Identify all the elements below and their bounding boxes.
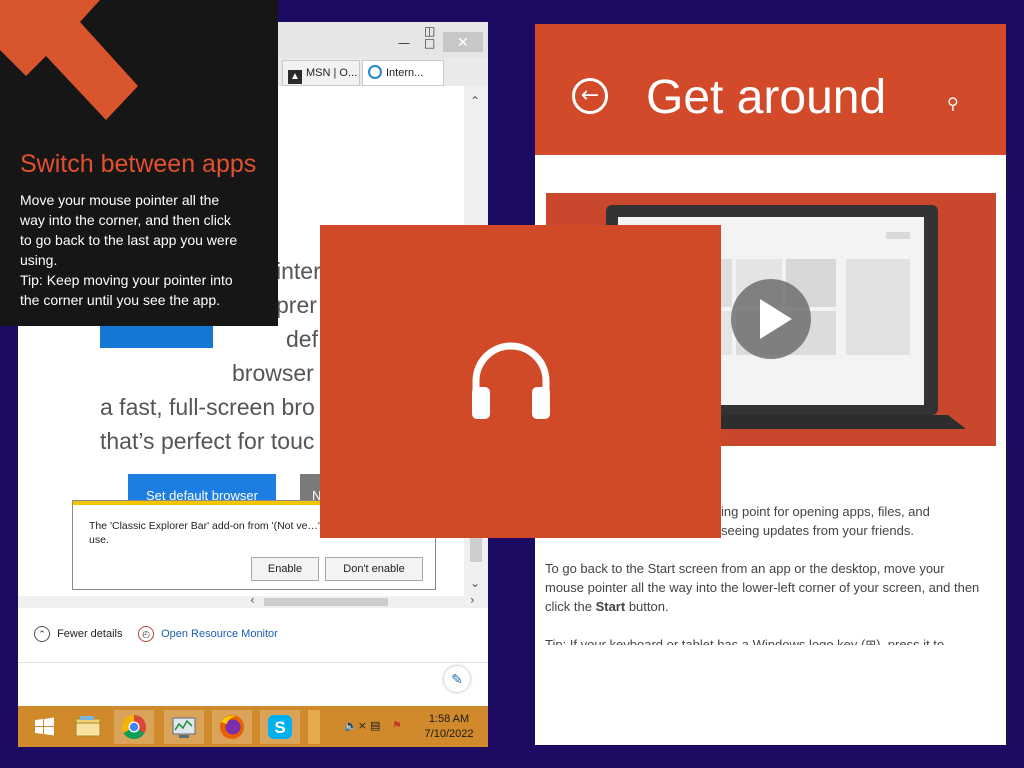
firefox-icon[interactable] — [212, 710, 252, 744]
task-manager-icon[interactable] — [164, 710, 204, 744]
help-paragraph: To go back to the Start screen from an a… — [545, 561, 980, 614]
scroll-up-icon[interactable]: ⌃ — [470, 94, 480, 108]
help-header: ← Get around ⚲ — [535, 24, 1006, 155]
hero-text-line: a fast, full-screen bro — [100, 394, 315, 420]
headphones-icon — [472, 342, 550, 419]
help-title: Get around — [646, 71, 887, 124]
tooltip-line: Tip: Keep moving your pointer into — [20, 272, 233, 288]
tooltip-body: Move your mouse pointer all the way into… — [20, 190, 270, 310]
scroll-down-icon[interactable]: ⌄ — [470, 576, 480, 590]
scroll-left-icon[interactable]: ‹ — [250, 593, 255, 607]
arrow-up-left-icon — [0, 0, 138, 120]
horizontal-scrollbar[interactable]: ‹ › — [18, 593, 488, 608]
maximize-icon[interactable]: □ — [424, 36, 435, 50]
msn-icon: ▲ — [288, 70, 302, 84]
open-resource-monitor-link[interactable]: ◴ Open Resource Monitor — [138, 626, 278, 642]
fewer-details-label: Fewer details — [57, 628, 123, 640]
tooltip-line: way into the corner, and then click — [20, 212, 231, 228]
network-icon[interactable]: ▤ — [370, 719, 380, 732]
back-arrow-icon[interactable]: ← — [572, 78, 608, 114]
resource-monitor-label: Open Resource Monitor — [161, 628, 278, 640]
action-center-flag-icon[interactable]: ⚑ — [392, 719, 402, 732]
pencil-edit-icon[interactable]: ✎ — [444, 666, 470, 692]
tab-label: MSN | O... — [306, 67, 358, 79]
fewer-details-link[interactable]: ⌃ Fewer details — [34, 626, 122, 642]
minimize-icon[interactable]: — — [398, 36, 410, 50]
file-explorer-icon[interactable] — [68, 710, 108, 744]
dont-enable-button[interactable]: Don't enable — [325, 557, 423, 581]
hero-text-line: browser — [232, 360, 314, 386]
tooltip-line: Move your mouse pointer all the — [20, 192, 220, 208]
chrome-icon[interactable] — [114, 710, 154, 744]
help-paragraph: Tip: If your keyboard or tablet has a Wi… — [545, 637, 945, 645]
chevron-up-icon: ⌃ — [34, 626, 50, 642]
enable-button[interactable]: Enable — [251, 557, 319, 581]
show-hidden-icons-icon[interactable] — [308, 710, 320, 744]
windows-start-icon[interactable] — [24, 710, 64, 744]
skype-icon[interactable]: S — [260, 710, 300, 744]
hero-text-line: inter — [276, 258, 321, 284]
hero-text-line: that’s perfect for touc — [100, 428, 315, 454]
scrollbar-thumb[interactable] — [264, 598, 388, 606]
taskbar: S 🔈× ▤ ⚑ 1:58 AM 7/10/2022 — [18, 706, 488, 747]
search-icon[interactable]: ⚲ — [947, 94, 959, 113]
tutorial-tooltip: Switch between apps Move your mouse poin… — [0, 0, 278, 326]
hero-text-line: def — [286, 326, 318, 352]
svg-text:S: S — [274, 718, 285, 737]
tab-label: Intern... — [386, 67, 424, 79]
tab-internet-explorer[interactable]: Intern... — [362, 60, 444, 86]
divider — [18, 662, 488, 663]
close-button[interactable]: ✕ — [443, 32, 483, 52]
resource-monitor-icon: ◴ — [138, 626, 154, 642]
ie-icon — [368, 65, 382, 79]
clock-time: 1:58 AM — [428, 713, 470, 725]
music-app-tile[interactable] — [320, 225, 721, 538]
scroll-right-icon[interactable]: › — [470, 593, 475, 607]
clock[interactable]: 1:58 AM 7/10/2022 — [418, 712, 480, 742]
tooltip-line: using. — [20, 252, 58, 268]
tooltip-line: to go back to the last app you were — [20, 232, 238, 248]
clock-date: 7/10/2022 — [424, 728, 474, 740]
tab-msn[interactable]: ▲ MSN | O... — [282, 60, 360, 86]
hero-text-line: prer — [276, 292, 317, 318]
tooltip-line: the corner until you see the app. — [20, 292, 221, 308]
tooltip-title: Switch between apps — [20, 150, 257, 178]
volume-muted-icon[interactable]: 🔈× — [344, 719, 367, 732]
